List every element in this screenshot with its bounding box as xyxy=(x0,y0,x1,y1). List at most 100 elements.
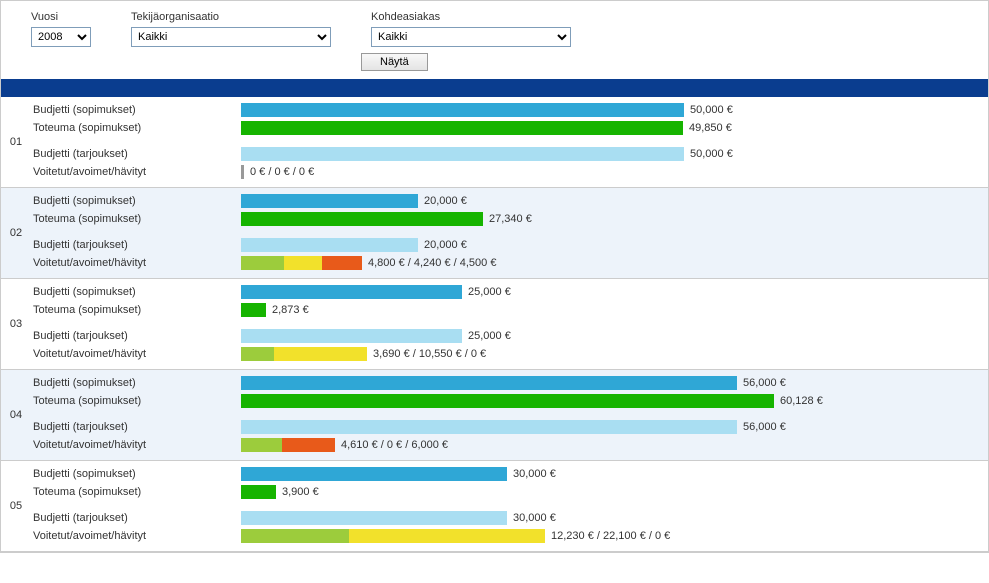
value-label: 2,873 € xyxy=(272,304,309,316)
budget-offers-bar xyxy=(241,238,418,252)
budget-contracts-row: Budjetti (sopimukset)30,000 € xyxy=(31,465,988,483)
budget-offers-bar xyxy=(241,420,737,434)
month-body: Budjetti (sopimukset) 25,000 € Toteuma (so… xyxy=(31,279,988,369)
budget-contracts-label: Budjetti (sopimukset) xyxy=(31,104,241,116)
won-open-lost-row: Voitetut/avoimet/hävityt 0 € / 0 € / 0 € xyxy=(31,163,988,181)
customer-select[interactable]: Kaikki xyxy=(371,27,571,47)
budget-offers-bar xyxy=(241,329,462,343)
bar-area: 56,000 € xyxy=(241,376,988,390)
budget-offers-row: Budjetti (tarjoukset)20,000 € xyxy=(31,236,988,254)
actual-contracts-row: Toteuma (sopimukset) 2,873 € xyxy=(31,301,988,319)
bar-area: 27,340 € xyxy=(241,212,988,226)
bar-area: 2,873 € xyxy=(241,303,988,317)
empty-bar-stub xyxy=(241,165,244,179)
value-label: 4,800 € / 4,240 € / 4,500 € xyxy=(368,257,496,269)
budget-contracts-bar xyxy=(241,376,737,390)
month-id: 02 xyxy=(1,188,31,278)
budget-contracts-label: Budjetti (sopimukset) xyxy=(31,286,241,298)
value-label: 25,000 € xyxy=(468,330,511,342)
value-label: 56,000 € xyxy=(743,421,786,433)
bar-area: 12,230 € / 22,100 € / 0 € xyxy=(241,529,988,543)
won-segment xyxy=(241,529,349,543)
budget-contracts-row: Budjetti (sopimukset)56,000 € xyxy=(31,374,988,392)
budget-offers-row: Budjetti (tarjoukset) 25,000 € xyxy=(31,327,988,345)
actual-contracts-bar xyxy=(241,485,276,499)
actual-contracts-row: Toteuma (sopimukset)27,340 € xyxy=(31,210,988,228)
actual-contracts-label: Toteuma (sopimukset) xyxy=(31,395,241,407)
bar-area: 20,000 € xyxy=(241,238,988,252)
budget-contracts-bar xyxy=(241,103,684,117)
budget-offers-label: Budjetti (tarjoukset) xyxy=(31,330,241,342)
lost-segment xyxy=(322,256,362,270)
show-button[interactable]: Näytä xyxy=(361,53,428,71)
won-segment xyxy=(241,438,282,452)
month-id: 01 xyxy=(1,97,31,187)
month-body: Budjetti (sopimukset)20,000 €Toteuma (so… xyxy=(31,188,988,278)
bar-area: 60,128 € xyxy=(241,394,988,408)
month-id: 04 xyxy=(1,370,31,460)
month-block: 03Budjetti (sopimukset) 25,000 € Toteuma (… xyxy=(1,279,988,370)
won-open-lost-label: Voitetut/avoimet/hävityt xyxy=(31,257,241,269)
budget-offers-label: Budjetti (tarjoukset) xyxy=(31,512,241,524)
actual-contracts-bar xyxy=(241,121,683,135)
open-segment xyxy=(274,347,367,361)
budget-offers-row: Budjetti (tarjoukset) 30,000 € xyxy=(31,509,988,527)
filter-customer: Kohdeasiakas Kaikki xyxy=(371,11,571,47)
month-block: 05Budjetti (sopimukset)30,000 € Toteuma (… xyxy=(1,461,988,552)
month-block: 01Budjetti (sopimukset)50,000 €Toteuma (… xyxy=(1,97,988,188)
value-label: 30,000 € xyxy=(513,468,556,480)
bar-area: 20,000 € xyxy=(241,194,988,208)
bar-area: 50,000 € xyxy=(241,103,988,117)
value-label: 49,850 € xyxy=(689,122,732,134)
year-select[interactable]: 2008 xyxy=(31,27,91,47)
budget-contracts-bar xyxy=(241,467,507,481)
month-body: Budjetti (sopimukset)56,000 €Toteuma (so… xyxy=(31,370,988,460)
budget-contracts-row: Budjetti (sopimukset) 25,000 € xyxy=(31,283,988,301)
value-label: 3,690 € / 10,550 € / 0 € xyxy=(373,348,486,360)
table-header-bar xyxy=(1,79,988,97)
actual-contracts-label: Toteuma (sopimukset) xyxy=(31,122,241,134)
bar-area: 56,000 € xyxy=(241,420,988,434)
won-open-lost-row: Voitetut/avoimet/hävityt 4,800 € / 4,240 … xyxy=(31,254,988,272)
value-label: 30,000 € xyxy=(513,512,556,524)
filter-org-label: Tekijäorganisaatio xyxy=(131,11,331,23)
actual-contracts-label: Toteuma (sopimukset) xyxy=(31,304,241,316)
month-id: 05 xyxy=(1,461,31,551)
won-open-lost-row: Voitetut/avoimet/hävityt 3,690 € / 10,550… xyxy=(31,345,988,363)
button-row: Näytä xyxy=(1,53,988,79)
value-label: 4,610 € / 0 € / 6,000 € xyxy=(341,439,448,451)
value-label: 27,340 € xyxy=(489,213,532,225)
org-select[interactable]: Kaikki xyxy=(131,27,331,47)
budget-offers-label: Budjetti (tarjoukset) xyxy=(31,148,241,160)
filter-org: Tekijäorganisaatio Kaikki xyxy=(131,11,331,47)
bar-area: 4,610 € / 0 € / 6,000 € xyxy=(241,438,988,452)
won-open-lost-row: Voitetut/avoimet/hävityt12,230 € / 22,10… xyxy=(31,527,988,545)
actual-contracts-label: Toteuma (sopimukset) xyxy=(31,486,241,498)
bar-area: 25,000 € xyxy=(241,285,988,299)
won-open-lost-label: Voitetut/avoimet/hävityt xyxy=(31,439,241,451)
bar-area: 49,850 € xyxy=(241,121,988,135)
won-open-lost-label: Voitetut/avoimet/hävityt xyxy=(31,166,241,178)
value-label: 0 € / 0 € / 0 € xyxy=(250,166,314,178)
budget-offers-row: Budjetti (tarjoukset) 50,000 € xyxy=(31,145,988,163)
actual-contracts-row: Toteuma (sopimukset)60,128 € xyxy=(31,392,988,410)
months-container: 01Budjetti (sopimukset)50,000 €Toteuma (… xyxy=(1,97,988,552)
open-segment xyxy=(349,529,545,543)
budget-offers-row: Budjetti (tarjoukset)56,000 € xyxy=(31,418,988,436)
value-label: 25,000 € xyxy=(468,286,511,298)
budget-contracts-row: Budjetti (sopimukset)20,000 € xyxy=(31,192,988,210)
won-open-lost-label: Voitetut/avoimet/hävityt xyxy=(31,530,241,542)
month-id: 03 xyxy=(1,279,31,369)
won-open-lost-label: Voitetut/avoimet/hävityt xyxy=(31,348,241,360)
won-segment xyxy=(241,256,284,270)
value-label: 20,000 € xyxy=(424,239,467,251)
month-block: 04Budjetti (sopimukset)56,000 €Toteuma (… xyxy=(1,370,988,461)
value-label: 20,000 € xyxy=(424,195,467,207)
filter-bar: Vuosi 2008 Tekijäorganisaatio Kaikki Koh… xyxy=(1,1,988,53)
budget-contracts-bar xyxy=(241,194,418,208)
value-label: 50,000 € xyxy=(690,148,733,160)
budget-contracts-label: Budjetti (sopimukset) xyxy=(31,377,241,389)
bar-area: 0 € / 0 € / 0 € xyxy=(241,165,988,179)
lost-segment xyxy=(282,438,335,452)
bar-area: 3,690 € / 10,550 € / 0 € xyxy=(241,347,988,361)
